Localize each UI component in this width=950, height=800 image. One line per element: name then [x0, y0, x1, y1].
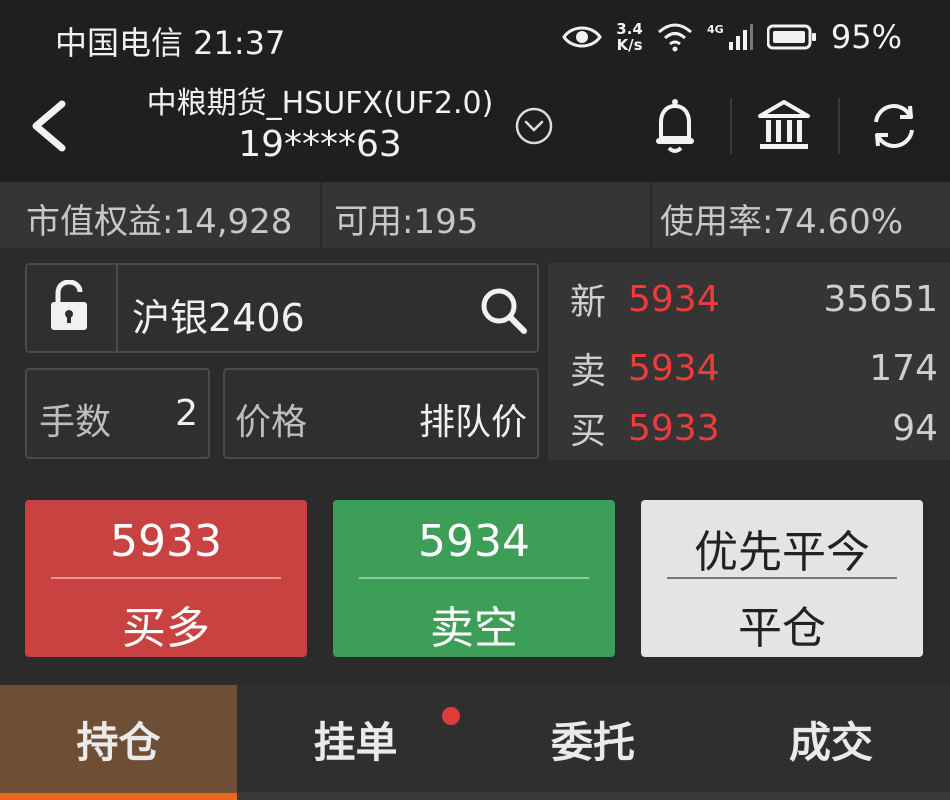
quote-label: 买: [570, 411, 607, 452]
price-field[interactable]: 价格 排队价: [223, 368, 539, 459]
bottom-tabs: 持仓 挂单 委托 成交: [0, 685, 950, 800]
tab-trades[interactable]: 成交: [712, 685, 950, 793]
available-text: 可用:195: [334, 202, 479, 242]
quantity-label: 手数: [39, 402, 112, 443]
quote-volume: 94: [892, 407, 938, 449]
quote-price: 5933: [628, 407, 720, 449]
unlock-icon: [51, 280, 87, 330]
quote-price: 5934: [628, 278, 720, 320]
summary-divider: [650, 182, 652, 248]
close-label: 平仓: [738, 603, 826, 654]
back-arrow-icon[interactable]: [24, 96, 74, 156]
quote-price: 5934: [628, 347, 720, 389]
notification-badge: [442, 707, 460, 725]
network-type-label: 4G: [707, 23, 724, 36]
tab-orders[interactable]: 委托: [474, 685, 712, 793]
button-divider: [667, 577, 897, 579]
battery-icon: [766, 24, 816, 50]
eye-icon: [562, 26, 603, 48]
price-value: 排队价: [418, 402, 527, 443]
tab-bottom-strip: [237, 792, 950, 800]
sell-short-button[interactable]: 5934 卖空: [333, 500, 615, 657]
equity-text: 市值权益:14,928: [26, 202, 293, 242]
chevron-down-circle-icon[interactable]: [514, 106, 554, 146]
close-mode: 优先平今: [694, 527, 870, 578]
contract-code: 沪银2406: [132, 296, 305, 340]
account-summary-bar: 市值权益:14,928 可用:195 使用率:74.60%: [0, 182, 950, 248]
nav-header: 中粮期货_HSUFX(UF2.0) 19****63: [0, 78, 950, 182]
refresh-icon[interactable]: [866, 96, 922, 156]
bell-icon[interactable]: [647, 96, 703, 156]
quantity-value: 2: [175, 393, 198, 434]
header-divider: [730, 98, 732, 154]
button-divider: [359, 577, 589, 579]
close-position-button[interactable]: 优先平今 平仓: [641, 500, 923, 657]
quote-row-ask: 卖 5934 174: [570, 343, 938, 393]
wifi-icon: [657, 23, 692, 52]
quote-volume: 35651: [823, 278, 938, 320]
quantity-field[interactable]: 手数 2: [25, 368, 210, 459]
account-id: 19****63: [238, 124, 402, 165]
account-selector[interactable]: 中粮期货_HSUFX(UF2.0) 19****63: [120, 84, 520, 166]
quote-volume: 174: [869, 347, 938, 389]
price-label: 价格: [235, 402, 308, 443]
button-divider: [51, 577, 281, 579]
buy-long-button[interactable]: 5933 买多: [25, 500, 307, 657]
battery-percent: 95%: [830, 18, 902, 56]
usage-rate-text: 使用率:74.60%: [660, 202, 904, 242]
buy-label: 买多: [122, 603, 210, 654]
quote-label: 卖: [570, 351, 607, 392]
sell-label: 卖空: [430, 603, 518, 654]
active-tab-indicator: [0, 793, 237, 800]
tab-pending-orders[interactable]: 挂单: [237, 685, 474, 793]
lock-button[interactable]: [25, 263, 118, 353]
quote-row-last: 新 5934 35651: [570, 274, 938, 324]
carrier-time: 中国电信 21:37: [55, 24, 286, 62]
tab-positions[interactable]: 持仓: [0, 685, 237, 793]
bank-icon[interactable]: [756, 96, 812, 156]
quote-row-bid: 买 5933 94: [570, 403, 938, 453]
status-icons: 3.4 K/s 4G 95%: [562, 18, 902, 56]
search-icon[interactable]: [478, 285, 528, 335]
sell-price: 5934: [418, 516, 530, 567]
signal-icon: 4G: [707, 23, 753, 50]
summary-divider: [320, 182, 322, 248]
account-name: 中粮期货_HSUFX(UF2.0): [146, 86, 494, 121]
speed-indicator: 3.4 K/s: [616, 20, 643, 54]
buy-price: 5933: [110, 516, 222, 567]
quote-label: 新: [570, 282, 607, 323]
header-divider: [838, 98, 840, 154]
